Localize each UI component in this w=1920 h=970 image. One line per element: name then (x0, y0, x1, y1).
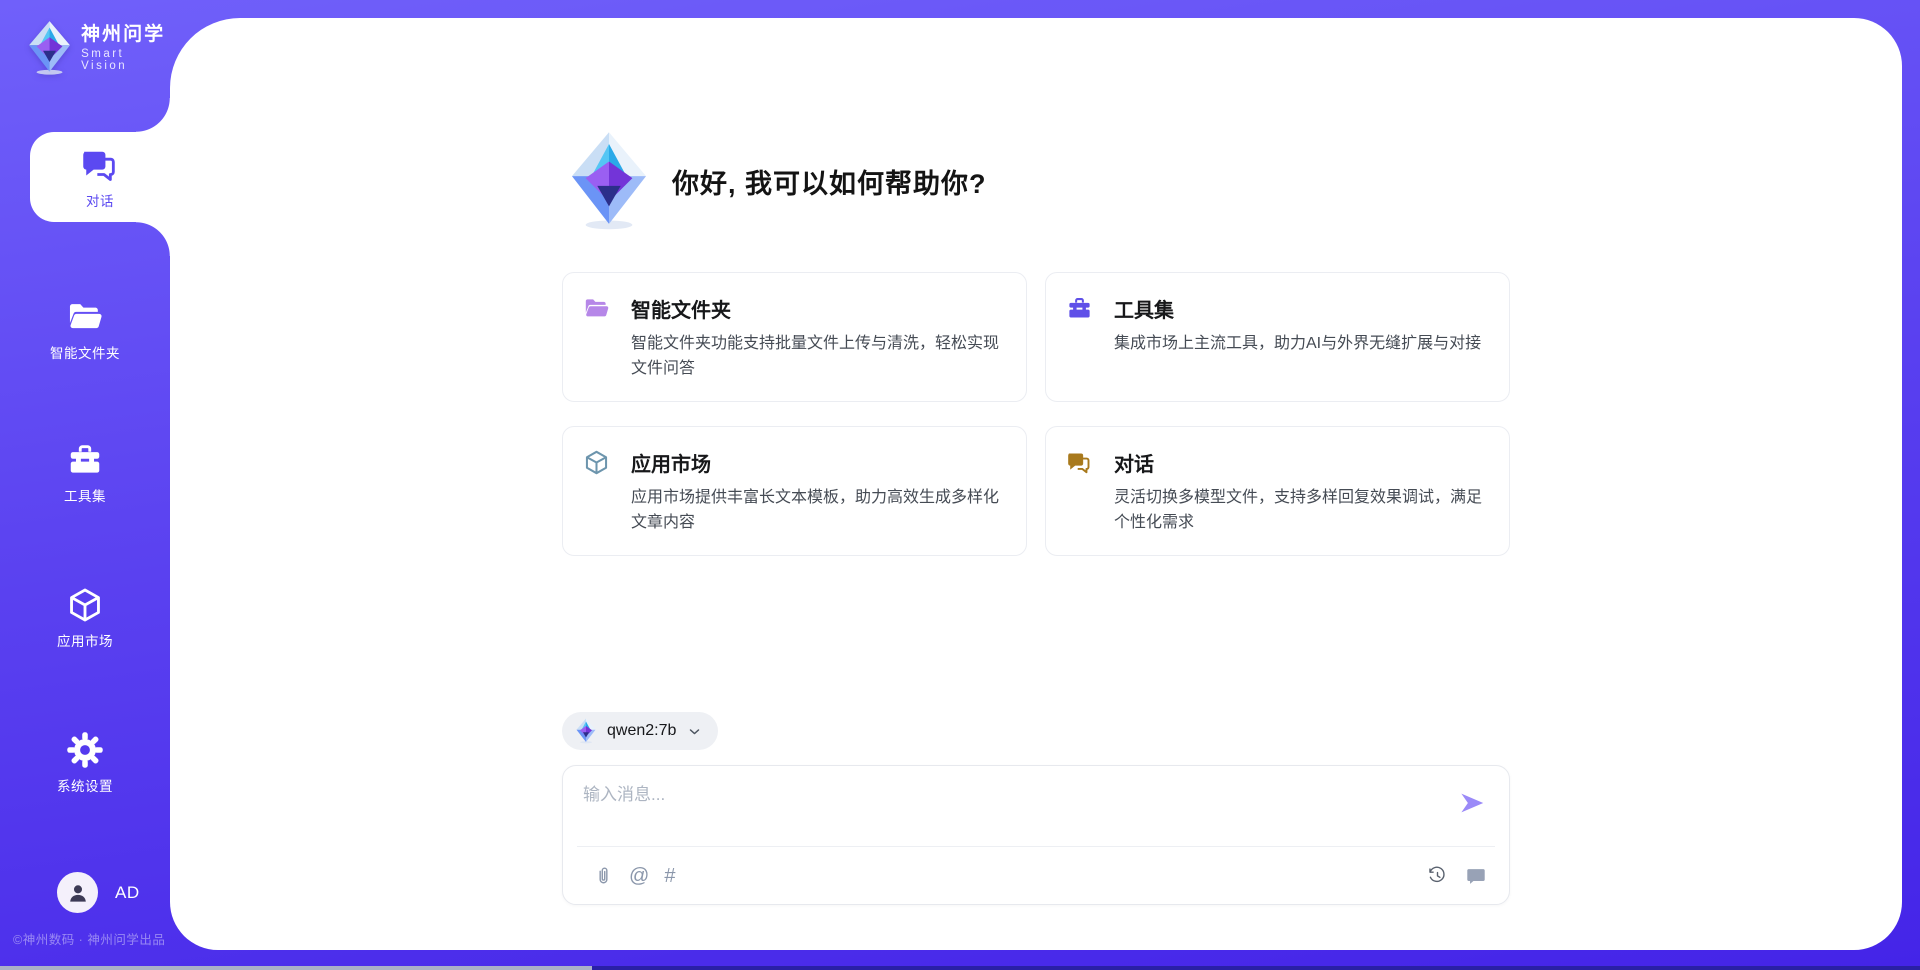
toolbox-icon (1066, 295, 1093, 322)
cube-icon (66, 586, 104, 624)
chat-icon (80, 145, 120, 185)
person-icon (65, 880, 91, 906)
card-title: 智能文件夹 (631, 294, 731, 323)
brand-gem-icon (576, 718, 596, 744)
send-icon[interactable] (1457, 788, 1487, 818)
sidebar: 神州问学 Smart Vision 对话 智能文件夹 工具集 应用市场 系统设置… (0, 0, 170, 970)
sidebar-item-label: 智能文件夹 (50, 342, 120, 362)
sidebar-item-smart-folder[interactable]: 智能文件夹 (0, 298, 170, 362)
sidebar-item-label: 应用市场 (57, 630, 113, 650)
sidebar-item-app-market[interactable]: 应用市场 (0, 586, 170, 650)
feature-cards: 智能文件夹 智能文件夹功能支持批量文件上传与清洗，轻松实现文件问答 工具集 集成… (562, 272, 1510, 556)
message-input[interactable] (583, 780, 1439, 842)
card-title: 对话 (1114, 448, 1154, 477)
card-title: 应用市场 (631, 448, 711, 477)
brand-name: 神州问学 (81, 24, 170, 46)
card-chat[interactable]: 对话 灵活切换多模型文件，支持多样回复效果调试，满足个性化需求 (1045, 426, 1510, 556)
sidebar-item-toolset[interactable]: 工具集 (0, 441, 170, 505)
greeting-title: 你好, 我可以如何帮助你? (672, 162, 987, 201)
user-name: AD (115, 883, 140, 903)
card-smart-folder[interactable]: 智能文件夹 智能文件夹功能支持批量文件上传与清洗，轻松实现文件问答 (562, 272, 1027, 402)
card-description: 智能文件夹功能支持批量文件上传与清洗，轻松实现文件问答 (631, 331, 1002, 381)
sidebar-item-label: 工具集 (64, 485, 106, 505)
gear-icon (66, 731, 104, 769)
message-composer: @ # (562, 765, 1510, 905)
paperclip-icon[interactable] (593, 865, 614, 886)
user-account[interactable]: AD (57, 872, 140, 913)
copyright-text: ©神州数码 · 神州问学出品 (13, 929, 165, 948)
at-icon[interactable]: @ (629, 866, 649, 886)
model-name: qwen2:7b (607, 722, 676, 740)
toolbox-icon (66, 441, 104, 479)
card-toolset[interactable]: 工具集 集成市场上主流工具，助力AI与外界无缝扩展与对接 (1045, 272, 1510, 402)
card-title: 工具集 (1114, 294, 1174, 323)
sidebar-item-label: 系统设置 (57, 775, 113, 795)
main-panel: 你好, 我可以如何帮助你? 智能文件夹 智能文件夹功能支持批量文件上传与清洗，轻… (170, 18, 1902, 950)
card-description: 集成市场上主流工具，助力AI与外界无缝扩展与对接 (1114, 331, 1485, 356)
chat-square-icon[interactable] (1465, 865, 1487, 887)
chevron-down-icon (687, 724, 702, 739)
card-description: 灵活切换多模型文件，支持多样回复效果调试，满足个性化需求 (1114, 485, 1485, 535)
history-icon[interactable] (1427, 865, 1448, 886)
greeting-block: 你好, 我可以如何帮助你? (562, 130, 1510, 232)
chat-icon (1066, 449, 1093, 476)
scrollbar-thumb[interactable] (0, 966, 592, 970)
sidebar-item-label: 对话 (86, 190, 114, 210)
hash-icon[interactable]: # (664, 866, 675, 886)
sidebar-item-settings[interactable]: 系统设置 (0, 731, 170, 795)
avatar (57, 872, 98, 913)
sidebar-item-chat[interactable]: 对话 (30, 132, 170, 222)
cube-icon (583, 449, 610, 476)
model-selector[interactable]: qwen2:7b (562, 712, 718, 750)
folder-icon (583, 295, 610, 322)
card-app-market[interactable]: 应用市场 应用市场提供丰富长文本模板，助力高效生成多样化文章内容 (562, 426, 1027, 556)
card-description: 应用市场提供丰富长文本模板，助力高效生成多样化文章内容 (631, 485, 1002, 535)
brand-logo: 神州问学 Smart Vision (28, 20, 170, 76)
brand-gem-icon (28, 20, 71, 76)
brand-subtitle: Smart Vision (81, 48, 170, 72)
horizontal-scrollbar[interactable] (0, 966, 1920, 970)
folder-icon (66, 298, 104, 336)
brand-gem-icon (570, 130, 648, 232)
